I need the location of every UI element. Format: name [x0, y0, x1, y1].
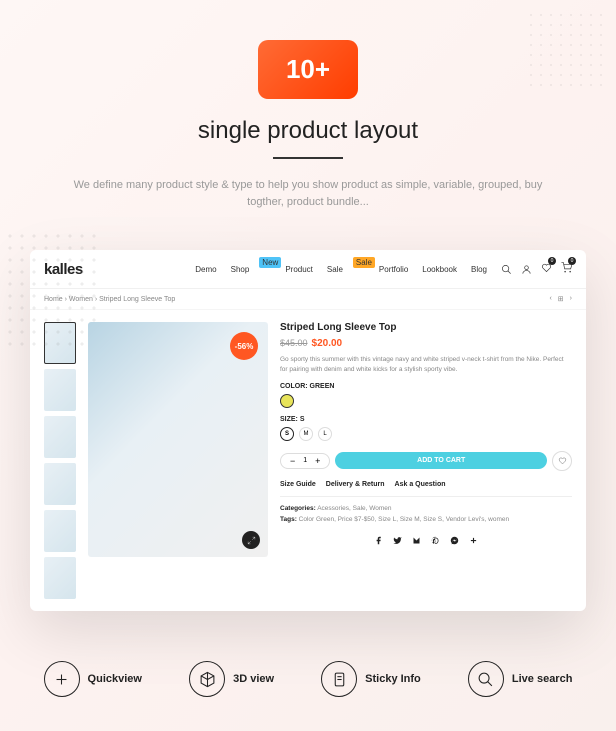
search-icon[interactable]	[501, 264, 512, 275]
divider	[273, 157, 343, 159]
product-description: Go sporty this summer with this vintage …	[280, 355, 572, 375]
prev-icon[interactable]: ‹	[549, 295, 551, 303]
cart-row: − 1 + ADD TO CART	[280, 451, 572, 471]
cart-icon[interactable]	[561, 260, 572, 278]
thumbnail-3[interactable]	[44, 416, 76, 458]
breadcrumb-nav: ‹ ⊞ ›	[549, 295, 572, 303]
tags[interactable]: Color Green, Price $7-$50, Size L, Size …	[297, 516, 509, 523]
menu-blog[interactable]: Blog	[471, 265, 487, 274]
twitter-icon[interactable]	[393, 536, 402, 545]
messenger-icon[interactable]	[450, 536, 459, 545]
categories[interactable]: Acessories, Sale, Women	[316, 505, 392, 512]
feature-search: Live search	[468, 661, 573, 697]
hero-section: 10+ single product layout We define many…	[0, 0, 616, 230]
email-icon[interactable]	[412, 536, 421, 545]
new-tag: New	[259, 257, 281, 268]
question-link[interactable]: Ask a Question	[395, 481, 446, 488]
feature-quickview: Quickview	[44, 661, 142, 697]
wishlist-icon[interactable]	[541, 260, 552, 278]
hero-title: single product layout	[40, 117, 576, 145]
hero-subtitle: We define many product style & type to h…	[68, 177, 548, 210]
product-content: -56% Striped Long Sleeve Top $45.00 $20.0…	[30, 310, 586, 611]
delivery-link[interactable]: Delivery & Return	[326, 481, 385, 488]
plus-circle-icon	[44, 661, 80, 697]
color-swatch-green[interactable]	[280, 394, 294, 408]
quantity-stepper: − 1 +	[280, 453, 330, 469]
pinterest-icon[interactable]	[431, 536, 440, 545]
size-m[interactable]: M	[299, 427, 313, 441]
thumbnail-5[interactable]	[44, 510, 76, 552]
price: $45.00 $20.00	[280, 338, 572, 349]
thumbnail-2[interactable]	[44, 369, 76, 411]
expand-button[interactable]	[242, 531, 260, 549]
qty-value: 1	[298, 457, 312, 464]
new-price: $20.00	[312, 338, 343, 349]
old-price: $45.00	[280, 338, 308, 348]
menu-demo[interactable]: Demo	[195, 265, 216, 274]
product-meta: Categories: Acessories, Sale, Women Tags…	[280, 503, 572, 526]
size-guide-link[interactable]: Size Guide	[280, 481, 316, 488]
size-l[interactable]: L	[318, 427, 332, 441]
count-badge: 10+	[258, 40, 358, 99]
top-nav: kalles Demo ShopNew Product SaleSale Por…	[30, 250, 586, 289]
share-icons	[280, 536, 572, 545]
main-menu: Demo ShopNew Product SaleSale Portfolio …	[195, 265, 487, 274]
facebook-icon[interactable]	[374, 536, 383, 545]
cube-icon	[189, 661, 225, 697]
size-s[interactable]: S	[280, 427, 294, 441]
product-title: Striped Long Sleeve Top	[280, 322, 572, 333]
product-details: Striped Long Sleeve Top $45.00 $20.00 Go …	[280, 322, 572, 599]
sale-tag: Sale	[353, 257, 375, 268]
info-links: Size Guide Delivery & Return Ask a Quest…	[280, 481, 572, 497]
features-row: Quickview 3D view Sticky Info Live searc…	[0, 631, 616, 727]
size-label: SIZE: S	[280, 416, 572, 423]
header-icons	[501, 260, 572, 278]
discount-badge: -56%	[230, 332, 258, 360]
qty-minus-button[interactable]: −	[287, 456, 298, 466]
menu-portfolio[interactable]: Portfolio	[379, 265, 408, 274]
thumbnail-6[interactable]	[44, 557, 76, 599]
wishlist-button[interactable]	[552, 451, 572, 471]
add-to-cart-button[interactable]: ADD TO CART	[335, 452, 547, 469]
menu-product[interactable]: Product	[285, 265, 313, 274]
product-page-preview: kalles Demo ShopNew Product SaleSale Por…	[30, 250, 586, 611]
qty-plus-button[interactable]: +	[312, 456, 323, 466]
magnify-icon	[468, 661, 504, 697]
plus-icon[interactable]	[469, 536, 478, 545]
breadcrumb: Home › Women › Striped Long Sleeve Top ‹…	[30, 289, 586, 310]
main-product-image[interactable]: -56%	[88, 322, 268, 557]
user-icon[interactable]	[521, 264, 532, 275]
menu-sale[interactable]: SaleSale	[327, 265, 365, 274]
feature-3dview: 3D view	[189, 661, 274, 697]
thumbnail-list	[44, 322, 76, 599]
color-label: COLOR: GREEN	[280, 383, 572, 390]
thumbnail-4[interactable]	[44, 463, 76, 505]
grid-icon[interactable]: ⊞	[558, 295, 564, 303]
size-selector: S M L	[280, 427, 572, 441]
feature-sticky: Sticky Info	[321, 661, 421, 697]
menu-lookbook[interactable]: Lookbook	[422, 265, 457, 274]
menu-shop[interactable]: ShopNew	[231, 265, 272, 274]
next-icon[interactable]: ›	[570, 295, 572, 303]
document-icon	[321, 661, 357, 697]
